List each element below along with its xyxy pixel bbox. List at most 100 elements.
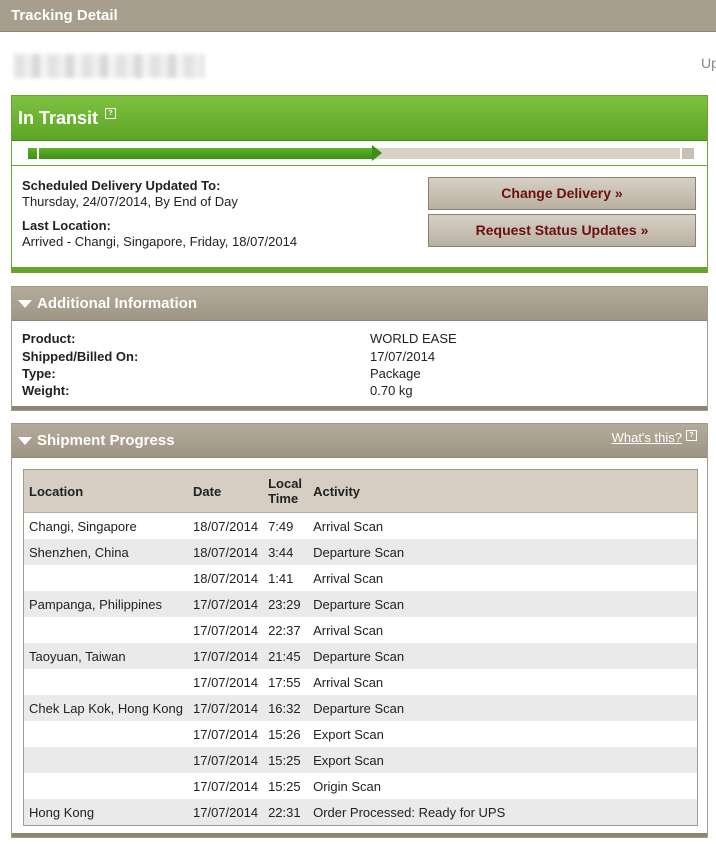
whats-this-link[interactable]: What's this?? — [612, 430, 697, 445]
info-label: Weight: — [22, 383, 70, 398]
progress-fill — [28, 148, 374, 159]
cell-activity: Export Scan — [308, 747, 698, 773]
cell-date: 17/07/2014 — [193, 622, 259, 638]
progress-end-marker — [680, 148, 694, 159]
column-header-activity: Activity — [308, 469, 698, 513]
table-row: Shenzhen, China 18/07/2014 3:44 Departure S… — [23, 539, 698, 565]
shipment-progress-panel: Shipment Progress What's this?? Location… — [11, 423, 708, 838]
table-header-row: Location Date Local Time Activity — [23, 469, 698, 513]
collapse-triangle-icon[interactable] — [18, 437, 32, 445]
question-icon[interactable]: ? — [105, 108, 116, 119]
panel-footer — [12, 833, 707, 837]
cell-time: 3:44 — [263, 539, 309, 565]
cell-time: 15:25 — [263, 747, 309, 773]
table-row: 18/07/2014 1:41 Arrival Scan — [24, 565, 698, 591]
cell-activity: Departure Scan — [308, 695, 698, 721]
cell-date: 17/07/2014 — [193, 778, 259, 794]
additional-information-title: Additional Information — [37, 295, 197, 312]
cell-date: 17/07/2014 — [188, 695, 264, 721]
info-label: Shipped/Billed On: — [22, 349, 139, 364]
status-title: In Transit — [18, 108, 99, 128]
cell-activity: Arrival Scan — [313, 674, 384, 690]
cell-time: 22:37 — [268, 622, 301, 638]
cell-activity: Departure Scan — [308, 591, 698, 617]
collapse-triangle-icon[interactable] — [18, 300, 32, 308]
request-status-updates-button[interactable]: Request Status Updates » — [428, 214, 696, 247]
cell-activity: Arrival Scan — [313, 518, 384, 534]
cell-date: 17/07/2014 — [193, 726, 259, 742]
status-header: In Transit ? — [12, 96, 707, 141]
table-row: 17/07/2014 17:55 Arrival Scan — [24, 669, 698, 695]
status-panel: In Transit ? Scheduled Delivery Updated … — [11, 95, 708, 273]
cell-activity: Departure Scan — [308, 539, 698, 565]
last-location-value: Arrived - Changi, Singapore, Friday, 18/… — [22, 234, 298, 249]
table-row: 17/07/2014 15:25 Origin Scan — [24, 773, 698, 799]
shipment-progress-header[interactable]: Shipment Progress What's this?? — [12, 424, 707, 458]
column-header-local-time: Local Time — [263, 469, 309, 513]
whats-this-text[interactable]: What's this? — [612, 430, 682, 445]
cell-time: 23:29 — [263, 591, 309, 617]
cell-activity: Export Scan — [313, 726, 384, 742]
cell-time: 7:49 — [268, 518, 294, 534]
change-delivery-button[interactable]: Change Delivery » — [428, 177, 696, 210]
table-row: 17/07/2014 15:26 Export Scan — [24, 721, 698, 747]
column-header-date: Date — [188, 469, 264, 513]
shipment-progress-title: Shipment Progress — [37, 432, 175, 449]
progress-start-tick — [37, 148, 39, 159]
info-value: 0.70 kg — [370, 383, 413, 398]
cell-activity: Arrival Scan — [313, 622, 384, 638]
cell-date: 18/07/2014 — [188, 539, 264, 565]
info-label: Type: — [22, 366, 56, 381]
cell-location: Taoyuan, Taiwan — [23, 643, 188, 669]
cell-activity: Departure Scan — [308, 643, 698, 669]
cell-location: Hong Kong — [23, 799, 188, 826]
status-details: Scheduled Delivery Updated To: Thursday,… — [22, 178, 297, 250]
additional-information-panel: Additional Information Product: WORLD EA… — [11, 286, 708, 411]
cell-time: 22:31 — [263, 799, 309, 826]
divider — [12, 165, 707, 166]
cell-date: 18/07/2014 — [193, 570, 259, 586]
table-row: Chek Lap Kok, Hong Kong 17/07/2014 16:32 De… — [23, 695, 698, 721]
cell-date: 17/07/2014 — [193, 674, 259, 690]
cell-location — [24, 721, 189, 747]
redacted-tracking-number — [14, 54, 204, 78]
cell-activity: Order Processed: Ready for UPS — [308, 799, 698, 826]
question-icon[interactable]: ? — [686, 430, 697, 441]
cell-time: 16:32 — [263, 695, 309, 721]
cell-date: 17/07/2014 — [188, 799, 264, 826]
delivery-progress-bar — [28, 145, 694, 161]
page-header: Tracking Detail — [0, 0, 716, 32]
column-header-local-time-line2: Time — [268, 491, 299, 506]
cell-date: 17/07/2014 — [188, 643, 264, 669]
cell-date: 18/07/2014 — [193, 518, 259, 534]
progress-arrow-icon — [372, 145, 382, 161]
table-row: Changi, Singapore 18/07/2014 7:49 Arrival S… — [24, 513, 698, 540]
scheduled-delivery-label: Scheduled Delivery Updated To: — [22, 178, 221, 193]
cell-location — [24, 617, 189, 643]
page-title: Tracking Detail — [11, 7, 118, 24]
panel-footer — [12, 406, 707, 410]
cell-date: 17/07/2014 — [188, 591, 264, 617]
cell-location: Pampanga, Philippines — [23, 591, 188, 617]
info-value: Package — [370, 366, 421, 381]
cell-location — [24, 773, 189, 799]
cell-activity: Origin Scan — [313, 778, 381, 794]
cell-activity: Arrival Scan — [313, 570, 384, 586]
additional-information-header[interactable]: Additional Information — [12, 287, 707, 321]
shipment-progress-table: Location Date Local Time Activity Changi,… — [23, 469, 698, 826]
cell-time: 17:55 — [268, 674, 301, 690]
cell-location — [23, 747, 188, 773]
top-right-link[interactable]: Up — [701, 55, 716, 71]
cell-location: Shenzhen, China — [23, 539, 188, 565]
info-value: 17/07/2014 — [370, 349, 436, 364]
cell-time: 21:45 — [263, 643, 309, 669]
cell-time: 15:26 — [268, 726, 301, 742]
column-header-location: Location — [23, 469, 188, 513]
cell-location: Changi, Singapore — [29, 518, 137, 534]
info-value: WORLD EASE — [370, 331, 457, 346]
scheduled-delivery-value: Thursday, 24/07/2014, By End of Day — [22, 194, 238, 209]
cell-time: 1:41 — [268, 570, 294, 586]
table-row: Pampanga, Philippines 17/07/2014 23:29 Depa… — [23, 591, 698, 617]
cell-date: 17/07/2014 — [188, 747, 264, 773]
cell-location — [24, 565, 189, 591]
